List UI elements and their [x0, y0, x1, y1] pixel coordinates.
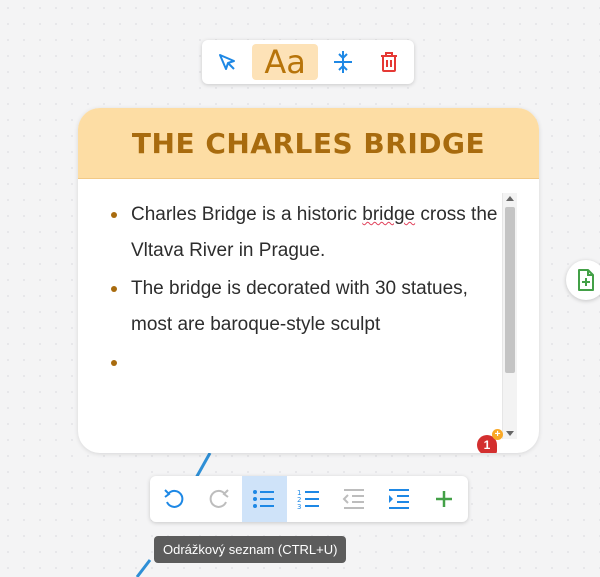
comment-count: 1	[483, 438, 491, 452]
card-title[interactable]: THE CHARLES BRIDGE	[132, 127, 485, 160]
card-header[interactable]: THE CHARLES BRIDGE	[78, 108, 539, 179]
numbered-list-button[interactable]: 1 2 3	[287, 476, 332, 522]
increase-indent-button[interactable]	[376, 476, 421, 522]
select-pointer-button[interactable]	[206, 44, 248, 80]
card-body-editor[interactable]: Charles Bridge is a historic bridge cros…	[78, 179, 539, 453]
bullet-item[interactable]: Charles Bridge is a historic bridge cros…	[111, 197, 501, 269]
bulleted-list-button[interactable]	[241, 476, 287, 522]
vertical-align-button[interactable]	[322, 44, 364, 80]
decrease-indent-icon	[342, 489, 364, 509]
undo-icon	[164, 489, 184, 508]
vertical-align-icon	[334, 51, 353, 73]
numbered-list-icon: 1 2 3	[297, 489, 319, 510]
text-note-card[interactable]: THE CHARLES BRIDGE Charles Bridge is a h…	[78, 108, 539, 453]
redo-icon	[209, 489, 229, 508]
add-button[interactable]	[421, 476, 466, 522]
decrease-indent-button[interactable]	[331, 476, 376, 522]
bulleted-list-icon	[253, 490, 275, 508]
misspelled-word[interactable]: bridge	[362, 204, 415, 225]
comment-badge[interactable]: 1 +	[477, 429, 503, 453]
bullet-text-before: Charles Bridge is a historic	[131, 204, 363, 225]
add-document-icon	[578, 269, 594, 291]
scrollbar-thumb[interactable]	[505, 207, 515, 373]
add-document-button[interactable]	[566, 260, 600, 300]
bullet-list[interactable]: Charles Bridge is a historic bridge cros…	[111, 197, 501, 383]
svg-text:3: 3	[297, 503, 301, 510]
formatting-toolbar: 1 2 3	[150, 476, 468, 522]
tooltip: Odrážkový seznam (CTRL+U)	[154, 536, 347, 563]
add-icon	[435, 491, 452, 507]
scroll-down-arrow-icon[interactable]	[506, 431, 514, 436]
top-toolbar: Aa	[202, 40, 414, 84]
select-pointer-icon	[218, 54, 235, 70]
increase-indent-icon	[388, 489, 409, 509]
bullet-text: The bridge is decorated with 30 statues,…	[131, 278, 468, 335]
add-comment-icon: +	[492, 429, 503, 440]
bullet-item-empty[interactable]	[111, 345, 501, 381]
text-style-icon: Aa	[264, 43, 306, 81]
undo-button[interactable]	[152, 476, 197, 522]
redo-button[interactable]	[197, 476, 242, 522]
text-style-button[interactable]: Aa	[251, 43, 319, 81]
delete-button[interactable]	[368, 44, 410, 80]
delete-icon	[381, 52, 398, 72]
tooltip-text: Odrážkový seznam (CTRL+U)	[163, 542, 338, 557]
bullet-item[interactable]: The bridge is decorated with 30 statues,…	[111, 271, 501, 343]
scrollbar[interactable]	[502, 193, 517, 439]
scroll-up-arrow-icon[interactable]	[506, 196, 514, 201]
